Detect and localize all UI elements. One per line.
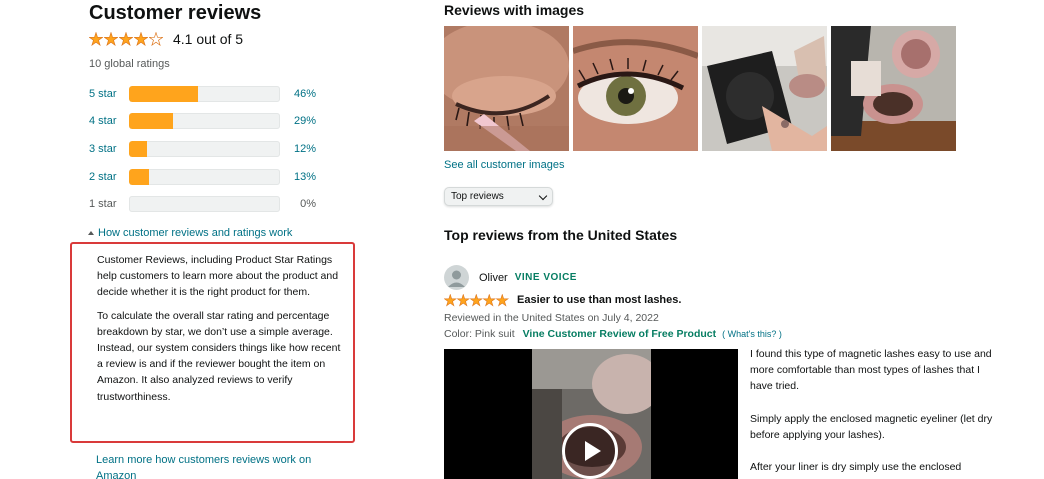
histogram-row-1: 1 star 0% — [89, 195, 316, 212]
avatar[interactable] — [444, 265, 469, 290]
sort-selected-value: Top reviews — [451, 191, 504, 202]
review-image-thumbnail[interactable] — [444, 26, 569, 151]
histogram-percent[interactable]: 12% — [280, 143, 316, 155]
eye-closed-photo — [444, 26, 569, 151]
star-icon — [119, 32, 133, 46]
review-body: I found this type of magnetic lashes eas… — [750, 346, 995, 475]
histogram-bar[interactable] — [129, 168, 280, 185]
vine-voice-badge[interactable]: VINE VOICE — [515, 272, 577, 283]
chevron-down-icon — [538, 191, 548, 201]
star-icon — [149, 32, 163, 46]
reviews-with-images-heading: Reviews with images — [444, 2, 585, 18]
star-icon — [104, 32, 118, 46]
person-icon — [444, 265, 469, 290]
review-paragraph: After your liner is dry simply use the e… — [750, 461, 962, 474]
how-reviews-work-link[interactable]: How customer reviews and ratings work — [88, 227, 292, 239]
eye-open-photo — [573, 26, 698, 151]
histogram-bar[interactable] — [129, 112, 280, 129]
top-reviews-heading: Top reviews from the United States — [444, 227, 678, 243]
histogram-percent[interactable]: 13% — [280, 171, 316, 183]
histogram-fill — [129, 112, 173, 129]
histogram-label: 1 star — [89, 197, 117, 210]
average-stars — [89, 32, 164, 46]
histogram-percent[interactable]: 46% — [280, 88, 316, 100]
review-paragraph: I found this type of magnetic lashes eas… — [750, 348, 992, 393]
play-button[interactable] — [562, 423, 618, 479]
histogram-percent: 0% — [300, 197, 316, 210]
histogram-fill — [129, 85, 199, 102]
star-icon — [444, 294, 457, 307]
review-image-thumbnail[interactable] — [831, 26, 956, 151]
lash-case-photo — [702, 26, 827, 151]
histogram-row-2[interactable]: 2 star 13% — [89, 168, 316, 185]
review-meta: Color: Pink suit Vine Customer Review of… — [444, 328, 782, 340]
review-date: Reviewed in the United States on July 4,… — [444, 312, 659, 324]
reviewer-profile[interactable]: Oliver VINE VOICE — [444, 265, 577, 290]
histogram-fill — [129, 168, 149, 185]
review-image-thumbnail[interactable] — [573, 26, 698, 151]
histogram-label[interactable]: 3 star — [89, 143, 129, 155]
star-icon — [457, 294, 470, 307]
histogram-fill — [129, 140, 148, 157]
histogram-row-5[interactable]: 5 star 46% — [89, 85, 316, 102]
global-ratings-count: 10 global ratings — [89, 58, 170, 70]
average-rating[interactable]: 4.1 out of 5 — [89, 30, 243, 48]
histogram-label[interactable]: 4 star — [89, 115, 129, 127]
review-stars[interactable] — [444, 294, 509, 307]
explanation-paragraph: To calculate the overall star rating and… — [97, 309, 341, 403]
histogram-label[interactable]: 2 star — [89, 171, 129, 183]
rose-gold-case-photo — [831, 26, 956, 151]
histogram-row-4[interactable]: 4 star 29% — [89, 112, 316, 129]
histogram-percent[interactable]: 29% — [280, 115, 316, 127]
average-rating-text: 4.1 out of 5 — [173, 31, 244, 47]
review-color-variant: Color: Pink suit — [444, 328, 515, 340]
review-image-gallery — [444, 26, 956, 151]
histogram-row-3[interactable]: 3 star 12% — [89, 140, 316, 157]
learn-more-link[interactable]: Learn more how customers reviews work on… — [96, 452, 336, 479]
histogram-bar[interactable] — [129, 140, 280, 157]
ratings-explanation-popover: Customer Reviews, including Product Star… — [70, 242, 355, 443]
histogram-bar[interactable] — [129, 85, 280, 102]
vine-review-label: Vine Customer Review of Free Product — [522, 328, 717, 340]
explanation-paragraph: Customer Reviews, including Product Star… — [97, 254, 339, 299]
caret-up-icon — [88, 231, 94, 235]
star-icon — [134, 32, 148, 46]
review-paragraph: Simply apply the enclosed magnetic eyeli… — [750, 412, 993, 441]
how-reviews-work-text[interactable]: How customer reviews and ratings work — [98, 227, 292, 239]
sort-reviews-dropdown[interactable]: Top reviews — [444, 187, 553, 206]
review-title-row: Easier to use than most lashes. — [444, 294, 681, 307]
star-icon — [483, 294, 496, 307]
star-icon — [470, 294, 483, 307]
histogram-label[interactable]: 5 star — [89, 88, 129, 100]
review-image-thumbnail[interactable] — [702, 26, 827, 151]
review-title[interactable]: Easier to use than most lashes. — [517, 294, 681, 306]
see-all-images-link[interactable]: See all customer images — [444, 159, 564, 171]
star-icon — [496, 294, 509, 307]
histogram-bar — [129, 195, 280, 212]
play-icon — [585, 441, 601, 461]
star-icon — [89, 32, 103, 46]
review-video-player[interactable] — [444, 349, 738, 479]
customer-reviews-heading: Customer reviews — [89, 2, 262, 24]
reviewer-name[interactable]: Oliver — [479, 272, 508, 284]
whats-this-link[interactable]: ( What's this? ) — [722, 329, 782, 339]
